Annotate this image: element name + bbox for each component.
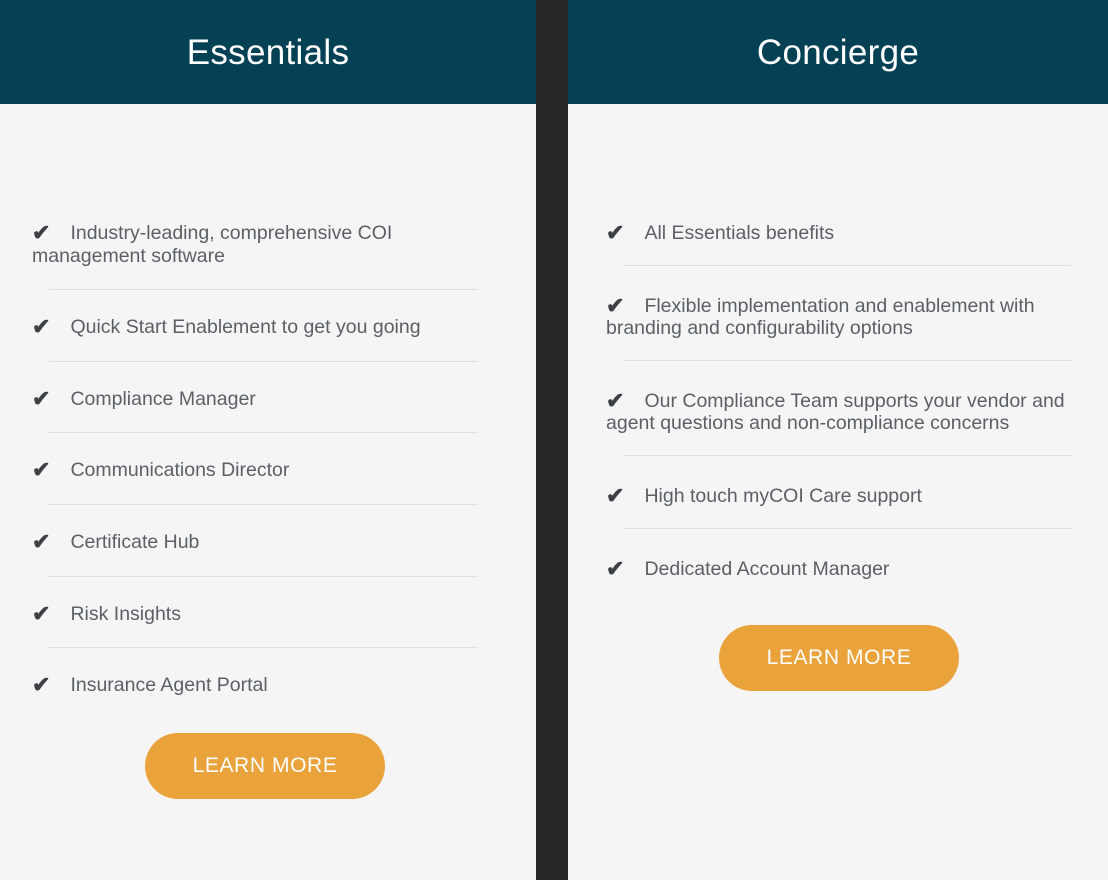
feature-separator	[624, 264, 1071, 266]
feature-row: ✔ Industry-leading, comprehensive COI man…	[32, 222, 498, 267]
feature-label: High touch myCOI Care support	[644, 485, 922, 508]
check-icon: ✔	[32, 457, 51, 483]
feature-item: ✔ Insurance Agent Portal	[32, 674, 498, 697]
feature-item: ✔ All Essentials benefits	[606, 222, 1072, 266]
feature-row: ✔ Quick Start Enablement to get you going	[32, 316, 498, 339]
feature-item: ✔ Dedicated Account Manager	[606, 555, 1072, 581]
feature-label: Flexible implementation and enablement w…	[606, 294, 1035, 340]
feature-row: ✔ All Essentials benefits	[606, 222, 1072, 245]
feature-row: ✔ Risk Insights	[32, 600, 498, 626]
plan-title-essentials: Essentials	[186, 32, 350, 72]
feature-row: ✔ Compliance Manager	[32, 385, 498, 411]
feature-separator	[49, 575, 478, 577]
check-icon: ✔	[32, 385, 51, 411]
check-icon: ✔	[32, 314, 51, 340]
pricing-plans-comparison: Essentials ✔ Industry-leading, comprehens…	[0, 0, 1108, 880]
check-icon: ✔	[606, 387, 625, 413]
cta-wrapper-essentials: LEARN MORE	[32, 732, 498, 799]
check-icon: ✔	[606, 483, 625, 509]
check-icon: ✔	[32, 672, 51, 698]
feature-separator	[49, 647, 478, 649]
plan-body-concierge: ✔ All Essentials benefits ✔ Flexible imple…	[568, 104, 1108, 880]
feature-label: Certificate Hub	[70, 531, 200, 554]
plan-body-essentials: ✔ Industry-leading, comprehensive COI man…	[0, 104, 536, 880]
feature-label: Compliance Manager	[70, 387, 256, 410]
feature-label: Communications Director	[70, 459, 290, 482]
plan-title-concierge: Concierge	[756, 32, 920, 72]
feature-row: ✔ Certificate Hub	[32, 531, 498, 554]
learn-more-button-essentials[interactable]: LEARN MORE	[145, 732, 385, 799]
feature-list-concierge: ✔ All Essentials benefits ✔ Flexible imple…	[606, 222, 1072, 580]
feature-item: ✔ Certificate Hub	[32, 531, 498, 577]
check-icon: ✔	[606, 292, 625, 318]
feature-label: Dedicated Account Manager	[644, 557, 890, 580]
feature-row: ✔ Insurance Agent Portal	[32, 674, 498, 697]
feature-label: Industry-leading, comprehensive COI mana…	[32, 222, 393, 267]
feature-label: Insurance Agent Portal	[70, 674, 268, 697]
feature-row: ✔ High touch myCOI Care support	[606, 485, 1072, 508]
feature-list-essentials: ✔ Industry-leading, comprehensive COI man…	[32, 222, 498, 697]
feature-separator	[624, 359, 1071, 361]
cta-wrapper-concierge: LEARN MORE	[606, 625, 1072, 692]
feature-item: ✔ Our Compliance Team supports your vendo…	[606, 387, 1072, 457]
check-icon: ✔	[32, 600, 51, 626]
feature-label: All Essentials benefits	[644, 222, 835, 244]
feature-separator	[49, 289, 478, 291]
feature-separator	[49, 504, 478, 506]
feature-row: ✔ Flexible implementation and enablement …	[606, 292, 1072, 340]
plan-column-essentials: Essentials ✔ Industry-leading, comprehens…	[0, 0, 536, 880]
feature-separator	[624, 527, 1071, 529]
feature-row: ✔ Communications Director	[32, 459, 498, 482]
feature-item: ✔ Quick Start Enablement to get you going	[32, 316, 498, 362]
feature-item: ✔ Compliance Manager	[32, 385, 498, 434]
column-divider	[536, 0, 568, 880]
feature-row: ✔ Dedicated Account Manager	[606, 555, 1072, 581]
feature-separator	[49, 360, 478, 362]
feature-label: Our Compliance Team supports your vendor…	[606, 389, 1065, 435]
feature-item: ✔ Industry-leading, comprehensive COI man…	[32, 222, 498, 291]
check-icon: ✔	[606, 555, 625, 581]
feature-row: ✔ Our Compliance Team supports your vendo…	[606, 387, 1072, 435]
plan-header-essentials: Essentials	[0, 0, 536, 104]
learn-more-button-concierge[interactable]: LEARN MORE	[719, 625, 959, 692]
check-icon: ✔	[606, 220, 625, 245]
feature-item: ✔ Flexible implementation and enablement …	[606, 292, 1072, 361]
feature-item: ✔ Communications Director	[32, 459, 498, 506]
feature-label: Quick Start Enablement to get you going	[70, 316, 421, 339]
check-icon: ✔	[32, 220, 51, 245]
feature-item: ✔ Risk Insights	[32, 600, 498, 649]
check-icon: ✔	[32, 529, 51, 555]
plan-column-concierge: Concierge ✔ All Essentials benefits ✔ Flex…	[568, 0, 1108, 880]
feature-item: ✔ High touch myCOI Care support	[606, 485, 1072, 529]
feature-separator	[624, 455, 1071, 457]
plan-header-concierge: Concierge	[568, 0, 1108, 104]
feature-separator	[49, 432, 478, 434]
feature-label: Risk Insights	[70, 602, 181, 625]
